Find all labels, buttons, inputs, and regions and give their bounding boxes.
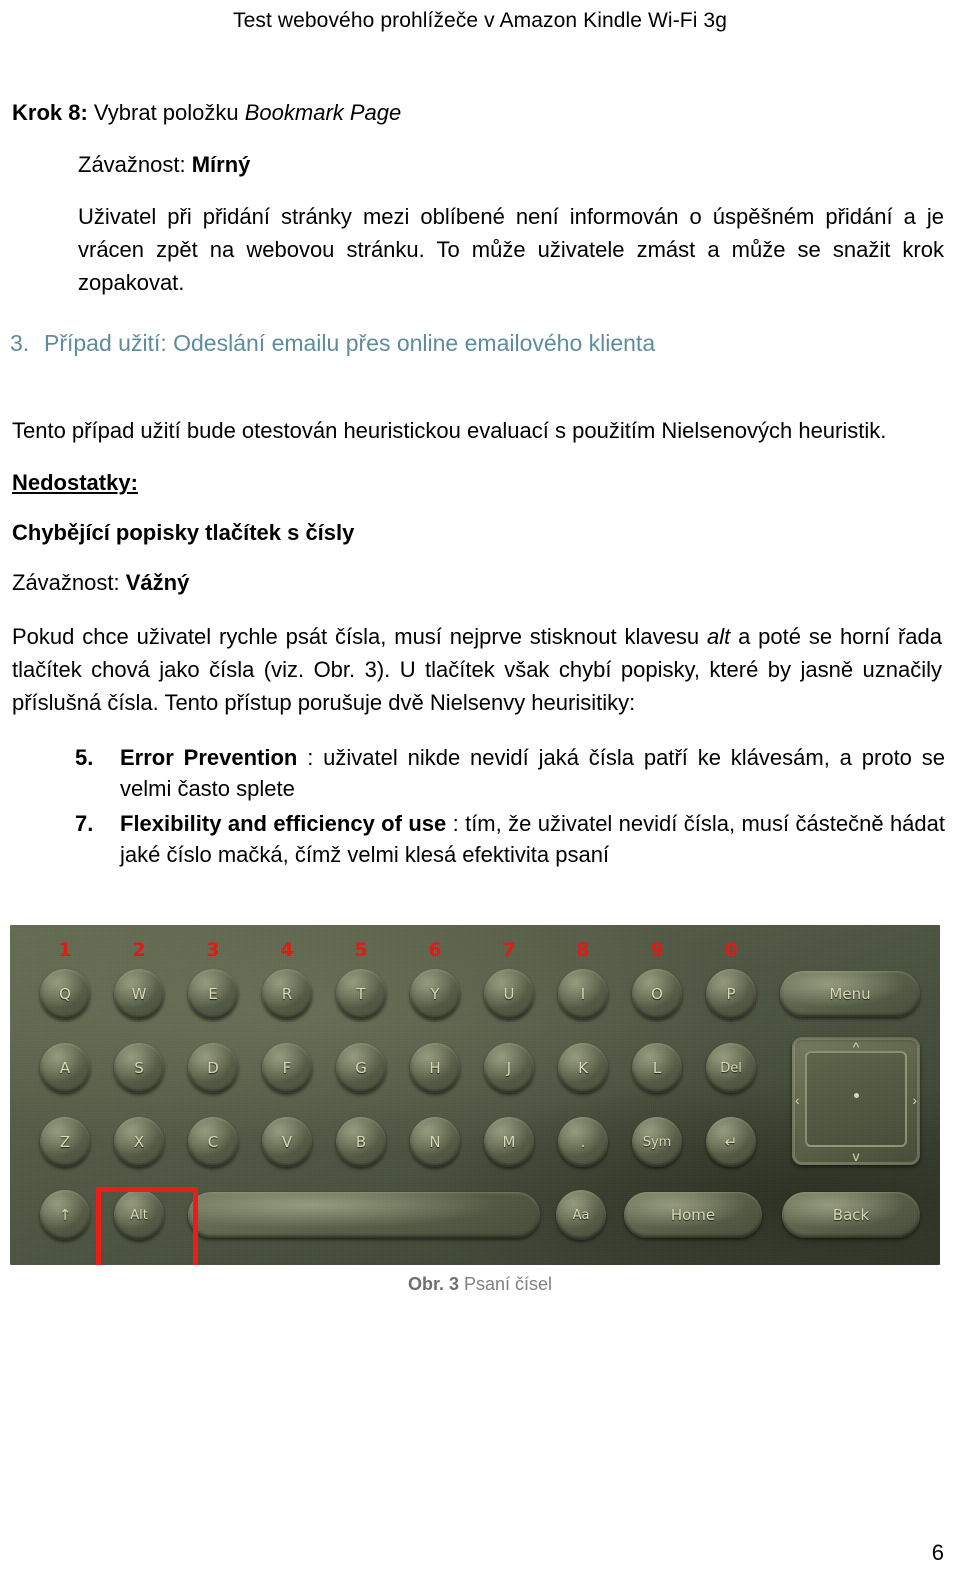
step-heading: Krok 8: Vybrat položku Bookmark Page: [12, 98, 401, 128]
severity-value-2: Vážný: [125, 570, 190, 595]
key-j[interactable]: J: [484, 1043, 534, 1093]
key-t[interactable]: T: [336, 969, 386, 1019]
key-menu[interactable]: Menu: [780, 971, 920, 1017]
annotation-number-6: 6: [428, 939, 442, 961]
dpad-left-arrow-icon[interactable]: ‹: [795, 1093, 800, 1107]
heuristic-body-7: Flexibility and efficiency of use : tím,…: [120, 808, 945, 870]
dpad-up-arrow-icon[interactable]: ^: [853, 1040, 860, 1054]
severity-value-1: Mírný: [191, 152, 251, 177]
key-s[interactable]: S: [114, 1043, 164, 1093]
step-label: Krok 8:: [12, 100, 88, 125]
key-y[interactable]: Y: [410, 969, 460, 1019]
heuristic-number-7: 7.: [75, 811, 94, 836]
key-i[interactable]: I: [558, 969, 608, 1019]
key-f[interactable]: F: [262, 1043, 312, 1093]
step-text: Vybrat položku: [87, 100, 245, 125]
key-k[interactable]: K: [558, 1043, 608, 1093]
severity-label-1: Závažnost:: [78, 152, 186, 177]
annotation-number-1: 1: [58, 939, 72, 961]
paragraph-nielsen: Tento případ užití bude otestován heuris…: [12, 418, 887, 443]
key-d[interactable]: D: [188, 1043, 238, 1093]
key-g[interactable]: G: [336, 1043, 386, 1093]
paragraph-alt-part1: Pokud chce uživatel rychle psát čísla, m…: [12, 624, 707, 649]
annotation-number-8: 8: [576, 939, 590, 961]
key-del[interactable]: Del: [706, 1043, 756, 1093]
dpad-down-arrow-icon[interactable]: v: [853, 1149, 860, 1163]
key-sym[interactable]: Sym: [632, 1117, 682, 1167]
key-b[interactable]: B: [336, 1117, 386, 1167]
key-v[interactable]: V: [262, 1117, 312, 1167]
figure-caption-text: Psaní čísel: [458, 1274, 553, 1294]
key-c[interactable]: C: [188, 1117, 238, 1167]
key-enter[interactable]: ↵: [706, 1117, 756, 1167]
key-period[interactable]: .: [558, 1117, 608, 1167]
key-p[interactable]: P: [706, 969, 756, 1019]
key-e[interactable]: E: [188, 969, 238, 1019]
annotation-number-4: 4: [280, 939, 294, 961]
alt-key-highlight-box: [96, 1187, 198, 1265]
dpad-controller[interactable]: ^ v ‹ ›: [792, 1037, 920, 1165]
paragraph-bookmark: Uživatel při přidání stránky mezi oblíbe…: [78, 204, 944, 295]
subhead-deficiencies: Nedostatky:: [12, 470, 138, 495]
key-u[interactable]: U: [484, 969, 534, 1019]
key-a[interactable]: A: [40, 1043, 90, 1093]
figure-caption-label: Obr. 3: [407, 1274, 459, 1294]
heuristic-item-5: 5. Error Prevention : uživatel nikde nev…: [75, 742, 945, 804]
running-header: Test webového prohlížeče v Amazon Kindle…: [233, 9, 727, 32]
paragraph-alt-italic: alt: [706, 624, 731, 649]
severity-label-2: Závažnost:: [12, 570, 120, 595]
heuristic-item-7: 7. Flexibility and efficiency of use : t…: [75, 808, 945, 870]
key-o[interactable]: O: [632, 969, 682, 1019]
dpad-right-arrow-icon[interactable]: ›: [912, 1093, 917, 1107]
key-x[interactable]: X: [114, 1117, 164, 1167]
key-font-size[interactable]: Aa: [556, 1190, 606, 1240]
paragraph-alt: Pokud chce uživatel rychle psát čísla, m…: [12, 620, 942, 719]
key-q[interactable]: Q: [40, 969, 90, 1019]
key-space[interactable]: [188, 1192, 540, 1238]
key-z[interactable]: Z: [40, 1117, 90, 1167]
key-m[interactable]: M: [484, 1117, 534, 1167]
page-number: 6: [931, 1540, 944, 1565]
annotation-number-3: 3: [206, 939, 220, 961]
key-w[interactable]: W: [114, 969, 164, 1019]
annotation-number-0: 0: [724, 939, 738, 961]
dpad-inner: [805, 1051, 907, 1147]
heuristic-body-5: Error Prevention : uživatel nikde nevidí…: [120, 742, 945, 804]
key-n[interactable]: N: [410, 1117, 460, 1167]
heuristic-title-5: Error Prevention: [120, 745, 298, 770]
document-page: Test webového prohlížeče v Amazon Kindle…: [0, 0, 960, 1588]
key-shift[interactable]: ↑: [40, 1190, 90, 1240]
heuristic-title-7: Flexibility and efficiency of use: [120, 811, 447, 836]
severity-line-2: Závažnost: Vážný: [12, 568, 189, 598]
dpad-center-dot[interactable]: [853, 1093, 859, 1099]
section-heading-number: 3.: [10, 330, 30, 356]
step-italic-item: Bookmark Page: [244, 100, 402, 125]
key-r[interactable]: R: [262, 969, 312, 1019]
annotation-number-2: 2: [132, 939, 146, 961]
annotation-number-9: 9: [650, 939, 664, 961]
key-h[interactable]: H: [410, 1043, 460, 1093]
subhead-issue: Chybějící popisky tlačítek s čísly: [12, 520, 355, 545]
section-heading-title: Případ užití: Odeslání emailu přes onlin…: [44, 330, 656, 356]
section-heading: 3. Případ užití: Odeslání emailu přes onl…: [10, 328, 940, 358]
annotation-number-5: 5: [354, 939, 368, 961]
key-back[interactable]: Back: [782, 1192, 920, 1238]
annotation-number-7: 7: [502, 939, 516, 961]
key-l[interactable]: L: [632, 1043, 682, 1093]
figure-caption: Obr. 3 Psaní čísel: [0, 1272, 960, 1296]
figure-kindle-keyboard: 1 2 3 4 5 6 7 8 9 0 Q W E R T Y U I O P …: [10, 925, 940, 1265]
key-home[interactable]: Home: [624, 1192, 762, 1238]
heuristic-number-5: 5.: [75, 745, 94, 770]
severity-line-1: Závažnost: Mírný: [78, 150, 250, 180]
keyboard-photo: 1 2 3 4 5 6 7 8 9 0 Q W E R T Y U I O P …: [10, 925, 940, 1265]
